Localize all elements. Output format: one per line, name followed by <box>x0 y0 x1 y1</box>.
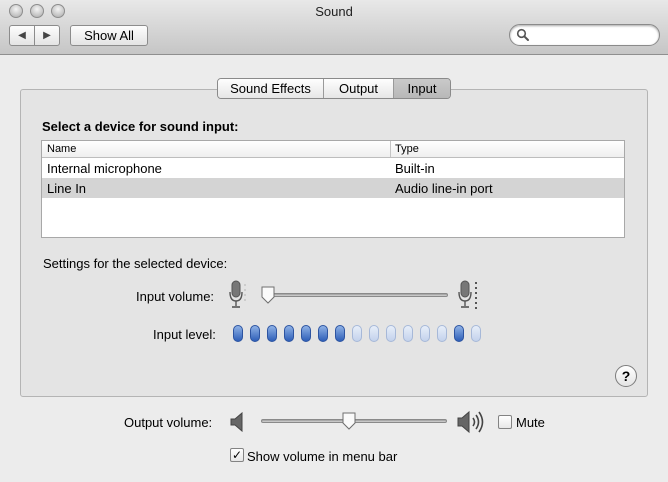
column-header-type[interactable]: Type <box>395 143 419 155</box>
back-button[interactable]: ◀ <box>9 25 35 46</box>
input-level-label: Input level: <box>153 327 216 342</box>
level-bar <box>335 325 345 342</box>
level-bar <box>318 325 328 342</box>
input-volume-track[interactable] <box>262 293 448 297</box>
table-header: Name Type <box>42 141 624 158</box>
tab-output[interactable]: Output <box>324 79 394 98</box>
input-level-meter <box>233 325 481 342</box>
menu-bar-checkbox[interactable]: ✓ <box>230 448 244 462</box>
level-bar <box>284 325 294 342</box>
column-header-name[interactable]: Name <box>47 143 76 155</box>
level-bar <box>352 325 362 342</box>
window-titlebar: Sound ◀ ▶ Show All <box>0 0 668 55</box>
output-volume-knob[interactable] <box>341 412 357 430</box>
level-bar <box>471 325 481 342</box>
speaker-high-icon <box>457 410 484 434</box>
speaker-low-icon <box>230 412 243 432</box>
tab-sound-effects[interactable]: Sound Effects <box>218 79 324 98</box>
device-heading: Select a device for sound input: <box>42 119 239 134</box>
level-bar <box>250 325 260 342</box>
input-volume-label: Input volume: <box>136 289 215 304</box>
forward-button[interactable]: ▶ <box>34 25 60 46</box>
microphone-high-icon <box>458 280 477 309</box>
search-input[interactable] <box>509 24 660 46</box>
menu-bar-label[interactable]: Show volume in menu bar <box>247 449 397 464</box>
device-name: Line In <box>47 181 87 196</box>
show-all-button[interactable]: Show All <box>70 25 148 46</box>
device-type: Audio line-in port <box>395 181 493 196</box>
window-title: Sound <box>315 4 353 19</box>
level-bar <box>437 325 447 342</box>
mute-checkbox[interactable] <box>498 415 512 429</box>
search-icon <box>516 28 529 41</box>
settings-label: Settings for the selected device: <box>43 256 228 271</box>
forward-arrow-icon: ▶ <box>43 30 51 41</box>
table-row[interactable]: Internal microphone Built-in <box>42 158 624 178</box>
input-volume-knob[interactable] <box>260 286 276 304</box>
back-arrow-icon: ◀ <box>18 30 26 41</box>
tab-bar: Sound Effects Output Input <box>217 78 451 99</box>
level-bar <box>386 325 396 342</box>
table-row-selected[interactable]: Line In Audio line-in port <box>42 178 624 198</box>
level-bar <box>267 325 277 342</box>
input-device-table: Name Type Internal microphone Built-in L… <box>41 140 625 238</box>
microphone-low-icon <box>229 280 246 308</box>
output-volume-label: Output volume: <box>124 415 213 430</box>
device-type: Built-in <box>395 161 435 176</box>
level-bar <box>403 325 413 342</box>
help-button[interactable]: ? <box>615 365 637 387</box>
mute-label[interactable]: Mute <box>516 415 545 430</box>
level-bar <box>301 325 311 342</box>
level-bar <box>454 325 464 342</box>
level-bar <box>420 325 430 342</box>
column-divider <box>390 141 391 157</box>
tab-input[interactable]: Input <box>394 79 450 98</box>
level-bar <box>369 325 379 342</box>
input-panel <box>20 89 648 397</box>
device-name: Internal microphone <box>47 161 162 176</box>
level-bar <box>233 325 243 342</box>
